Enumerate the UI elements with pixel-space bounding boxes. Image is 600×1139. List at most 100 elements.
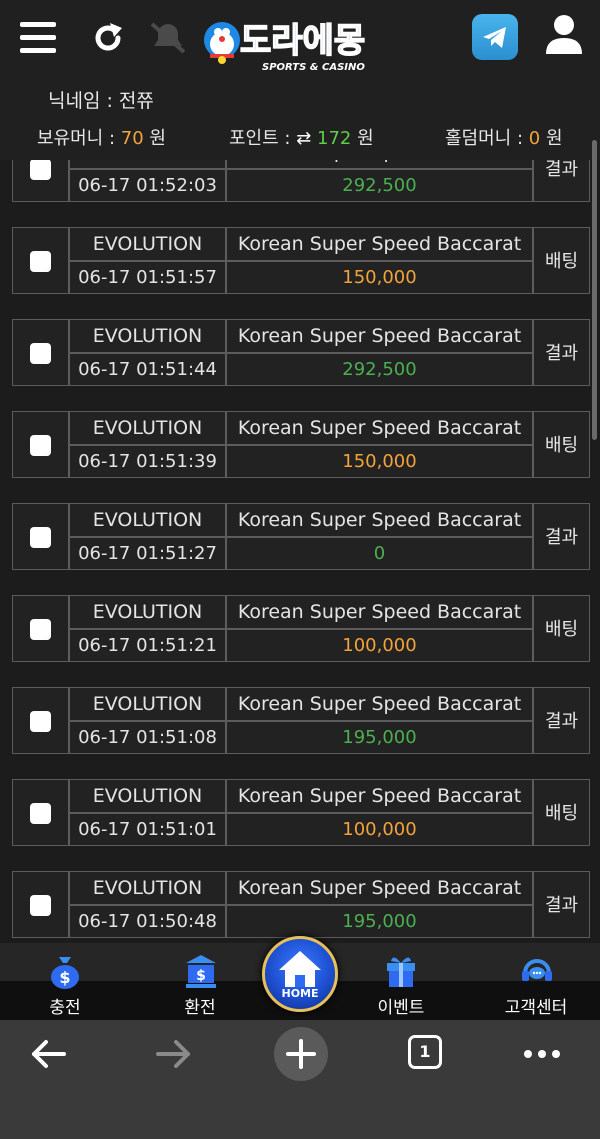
row-checkbox[interactable]	[30, 711, 51, 732]
select-cell	[12, 871, 69, 938]
row-checkbox[interactable]	[30, 160, 51, 180]
record-type: 배팅	[533, 595, 590, 662]
history-record[interactable]: EVOLUTION 06-17 01:50:48 Korean Super Spee…	[12, 871, 590, 938]
history-record[interactable]: EVOLUTION 06-17 01:51:39 Korean Super Spee…	[12, 411, 590, 478]
game-name: Korean Super Speed Baccarat	[226, 319, 533, 353]
point-label: 포인트 :	[229, 128, 291, 149]
svg-text:도라에몽: 도라에몽	[240, 21, 365, 61]
point-info[interactable]: 포인트 : ⇄ 172 원	[229, 124, 374, 150]
record-amount: 0	[226, 537, 533, 570]
svg-text:SPORTS & CASINO: SPORTS & CASINO	[262, 62, 365, 73]
row-checkbox[interactable]	[30, 895, 51, 916]
back-arrow-icon[interactable]	[28, 1038, 68, 1070]
betting-history-list[interactable]: EVOLUTION06-17 01:52:03Korean Super Spee…	[0, 160, 600, 943]
record-time: 06-17 01:51:01	[69, 813, 226, 846]
record-amount: 292,500	[226, 169, 533, 202]
svg-text:$: $	[59, 968, 70, 987]
home-button[interactable]: HOME	[262, 936, 338, 1012]
svg-text:$: $	[196, 968, 206, 984]
holdem-label: 홀덤머니 :	[445, 128, 524, 149]
history-record[interactable]: EVOLUTION06-17 01:52:03Korean Super Spee…	[12, 160, 590, 202]
balance-label: 보유머니 :	[37, 128, 116, 149]
nav-event-label: 이벤트	[377, 998, 425, 1018]
select-cell	[12, 227, 69, 294]
row-checkbox[interactable]	[30, 343, 51, 364]
plus-icon	[286, 1039, 316, 1069]
holdem-currency: 원	[545, 128, 563, 149]
row-checkbox[interactable]	[30, 619, 51, 640]
nav-support[interactable]: 고객센터	[486, 943, 586, 1020]
balance-value: 70	[120, 128, 144, 149]
game-name: Korean Super Speed Baccarat	[226, 227, 533, 261]
row-checkbox[interactable]	[30, 527, 51, 548]
home-label: HOME	[281, 987, 319, 1000]
menu-icon[interactable]	[20, 22, 56, 54]
row-checkbox[interactable]	[30, 435, 51, 456]
select-cell	[12, 687, 69, 754]
record-type: 배팅	[533, 227, 590, 294]
balance-row: 보유머니 : 70 원 포인트 : ⇄ 172 원 홀덤머니 : 0 원	[0, 124, 600, 154]
record-time: 06-17 01:51:39	[69, 445, 226, 478]
provider-name: EVOLUTION	[69, 160, 226, 169]
money-bag-icon: $	[51, 957, 79, 989]
game-name: Korean Super Speed Baccarat	[226, 779, 533, 813]
record-type: 배팅	[533, 411, 590, 478]
record-type: 결과	[533, 160, 590, 202]
record-amount: 150,000	[226, 261, 533, 294]
history-record[interactable]: EVOLUTION 06-17 01:51:21 Korean Super Spee…	[12, 595, 590, 662]
user-icon[interactable]	[545, 14, 583, 56]
new-tab-button[interactable]	[274, 1027, 328, 1081]
history-record[interactable]: EVOLUTION 06-17 01:51:44 Korean Super Spee…	[12, 319, 590, 386]
row-checkbox[interactable]	[30, 803, 51, 824]
record-type: 결과	[533, 871, 590, 938]
header: 도라에몽 SPORTS & CASINO 닉네임 : 전쮸 보유머니 : 70 …	[0, 0, 600, 160]
record-type: 배팅	[533, 779, 590, 846]
nav-deposit-label: 충전	[49, 998, 81, 1018]
forward-arrow-icon[interactable]	[154, 1038, 194, 1070]
record-type: 결과	[533, 319, 590, 386]
refresh-icon[interactable]	[90, 20, 126, 56]
row-checkbox[interactable]	[30, 251, 51, 272]
history-record[interactable]: EVOLUTION 06-17 01:51:08 Korean Super Spee…	[12, 687, 590, 754]
brand-logo[interactable]: 도라에몽 SPORTS & CASINO	[200, 12, 405, 74]
history-record[interactable]: EVOLUTION 06-17 01:51:01 Korean Super Spee…	[12, 779, 590, 846]
game-name: Korean Super Speed Baccarat	[226, 160, 533, 169]
game-name: Korean Super Speed Baccarat	[226, 503, 533, 537]
point-value: 172	[317, 128, 352, 149]
scrollbar[interactable]	[592, 140, 597, 440]
nav-support-label: 고객센터	[504, 998, 568, 1018]
provider-name: EVOLUTION	[69, 779, 226, 813]
history-record[interactable]: EVOLUTION 06-17 01:51:27 Korean Super Spee…	[12, 503, 590, 570]
record-time: 06-17 01:51:44	[69, 353, 226, 386]
telegram-icon[interactable]	[472, 14, 518, 60]
record-time: 06-17 01:51:08	[69, 721, 226, 754]
headset-icon	[522, 959, 552, 981]
select-cell	[12, 160, 69, 202]
record-amount: 100,000	[226, 629, 533, 662]
select-cell	[12, 503, 69, 570]
provider-name: EVOLUTION	[69, 687, 226, 721]
holdem-info: 홀덤머니 : 0 원	[445, 124, 563, 150]
nav-withdraw-label: 환전	[184, 998, 216, 1018]
record-time: 06-17 01:50:48	[69, 905, 226, 938]
record-amount: 100,000	[226, 813, 533, 846]
bank-icon: $	[186, 955, 216, 988]
nav-event[interactable]: 이벤트	[351, 943, 451, 1020]
more-icon[interactable]	[522, 1048, 562, 1060]
mute-icon[interactable]	[148, 20, 188, 56]
record-type: 결과	[533, 503, 590, 570]
select-cell	[12, 411, 69, 478]
nav-withdraw[interactable]: $ 환전	[150, 943, 250, 1020]
record-amount: 150,000	[226, 445, 533, 478]
tabs-icon[interactable]: 1	[408, 1035, 442, 1069]
history-record[interactable]: EVOLUTION 06-17 01:51:57 Korean Super Spee…	[12, 227, 590, 294]
exchange-icon[interactable]: ⇄	[296, 128, 311, 149]
provider-name: EVOLUTION	[69, 871, 226, 905]
record-time: 06-17 01:52:03	[69, 169, 226, 202]
game-name: Korean Super Speed Baccarat	[226, 411, 533, 445]
record-time: 06-17 01:51:21	[69, 629, 226, 662]
nav-deposit[interactable]: $ 충전	[15, 943, 115, 1020]
game-name: Korean Super Speed Baccarat	[226, 687, 533, 721]
game-name: Korean Super Speed Baccarat	[226, 595, 533, 629]
gift-icon	[387, 957, 415, 987]
